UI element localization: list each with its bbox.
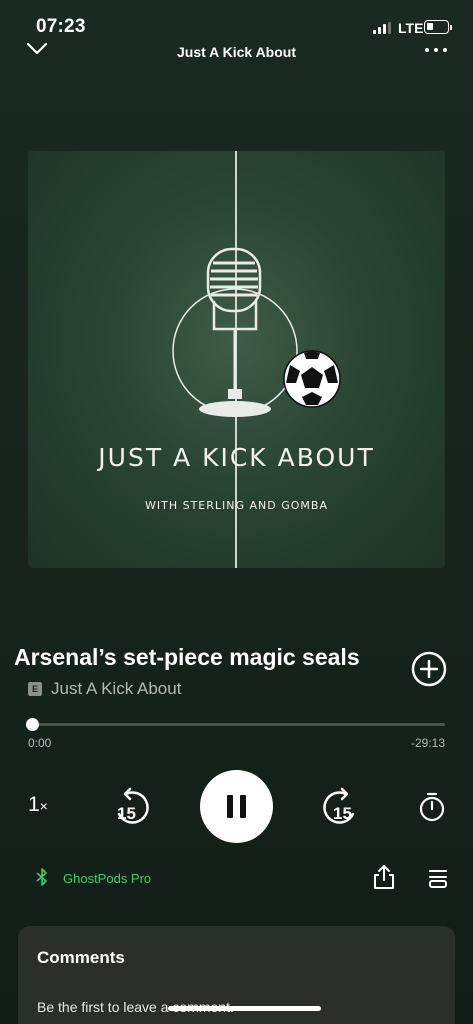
speed-value: 1 bbox=[28, 793, 40, 816]
more-horizontal-icon[interactable] bbox=[424, 46, 448, 54]
show-name-link[interactable]: Just A Kick About bbox=[51, 679, 181, 699]
pause-button[interactable] bbox=[200, 770, 273, 843]
podcast-artwork: JUST A KICK ABOUT WITH STERLING AND GOMB… bbox=[28, 151, 445, 568]
skip-forward-15-button[interactable]: 15 bbox=[318, 786, 360, 828]
home-indicator[interactable] bbox=[168, 1006, 321, 1011]
artwork-title: JUST A KICK ABOUT bbox=[98, 443, 375, 472]
bluetooth-icon bbox=[36, 868, 47, 886]
skip-back-label: 15 bbox=[117, 804, 136, 823]
comments-title: Comments bbox=[37, 948, 125, 967]
skip-back-15-button[interactable]: 15 bbox=[112, 786, 154, 828]
progress-track[interactable] bbox=[28, 723, 445, 726]
artwork-subtitle: WITH STERLING AND GOMBA bbox=[145, 499, 328, 512]
queue-icon[interactable] bbox=[427, 867, 449, 889]
playback-speed-button[interactable]: 1× bbox=[28, 793, 48, 817]
share-icon[interactable] bbox=[372, 864, 396, 890]
time-elapsed: 0:00 bbox=[28, 736, 52, 750]
sleep-timer-icon[interactable] bbox=[418, 791, 446, 823]
episode-title[interactable]: Arsenal’s set-piece magic seals bbox=[14, 644, 384, 671]
time-remaining: -29:13 bbox=[410, 736, 445, 750]
speed-suffix: × bbox=[39, 798, 48, 814]
signal-strength-icon bbox=[373, 22, 391, 34]
network-type: LTE bbox=[398, 20, 424, 36]
header-title: Just A Kick About bbox=[176, 44, 296, 60]
skip-forward-label: 15 bbox=[333, 804, 352, 823]
pause-icon bbox=[227, 795, 233, 818]
battery-icon bbox=[424, 20, 452, 34]
player-header: Just A Kick About bbox=[0, 36, 473, 68]
device-name: GhostPods Pro bbox=[63, 871, 152, 886]
status-time: 07:23 bbox=[36, 16, 86, 37]
explicit-badge: E bbox=[28, 682, 42, 696]
add-to-library-button[interactable] bbox=[411, 651, 447, 687]
progress-scrubber[interactable] bbox=[26, 718, 39, 731]
